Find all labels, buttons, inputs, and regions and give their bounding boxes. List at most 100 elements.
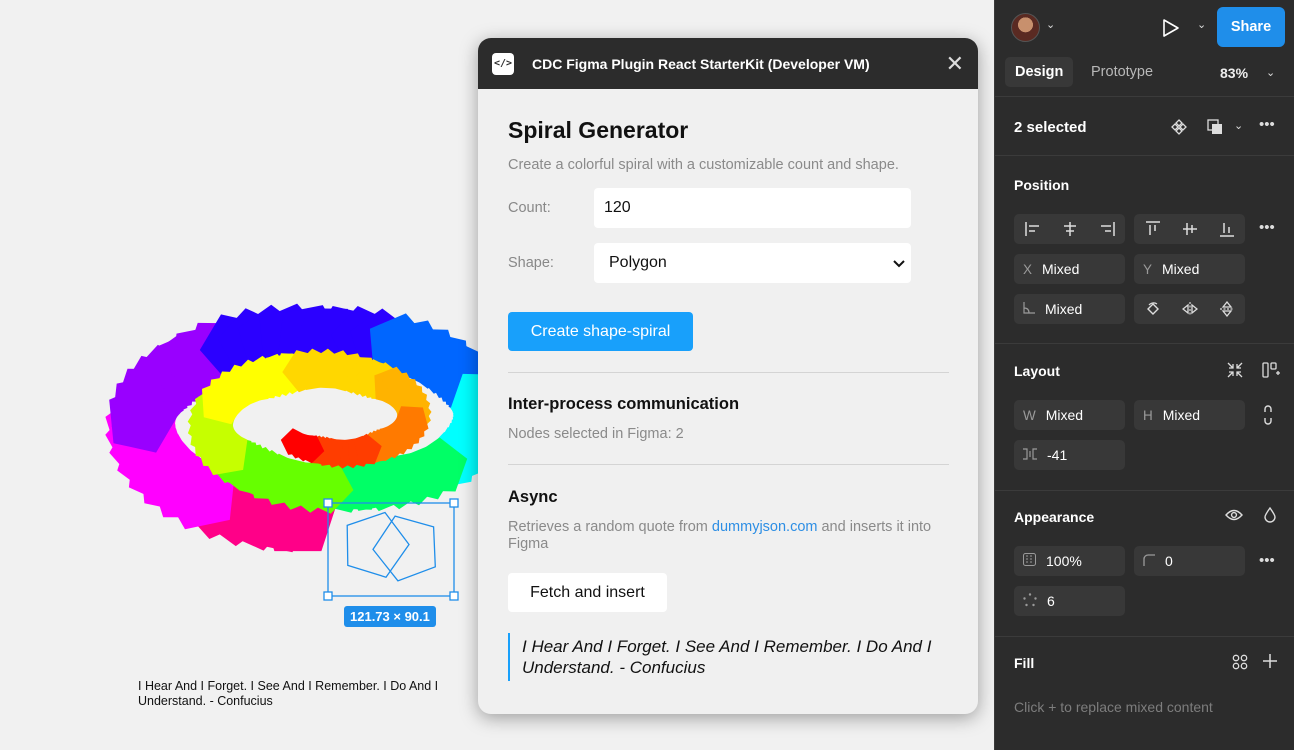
section-divider (508, 372, 949, 373)
gap-field[interactable]: -41 (1014, 440, 1125, 470)
fill-title: Fill (1014, 655, 1035, 671)
gap-icon (1023, 447, 1037, 463)
async-heading: Async (508, 488, 558, 506)
plugin-titlebar[interactable]: </> CDC Figma Plugin React StarterKit (D… (478, 38, 978, 89)
blend-mode-icon[interactable] (1264, 506, 1276, 526)
shape-row: Shape: Polygon (508, 243, 949, 283)
corner-radius-field[interactable]: 0 (1134, 546, 1245, 576)
x-field[interactable]: X Mixed (1014, 254, 1125, 284)
dummyjson-link[interactable]: dummyjson.com (712, 519, 818, 535)
create-spiral-button[interactable]: Create shape-spiral (508, 312, 693, 351)
constrain-proportions-icon[interactable] (1263, 405, 1273, 428)
height-field[interactable]: H Mixed (1134, 400, 1245, 430)
h-label: H (1143, 407, 1153, 423)
vertical-align-group (1134, 214, 1245, 244)
styles-icon[interactable] (1232, 654, 1248, 673)
close-icon[interactable]: ✕ (946, 52, 964, 75)
fill-section: Fill Click + to replace mixed content (995, 637, 1294, 750)
play-icon[interactable] (1162, 18, 1180, 41)
flip-horizontal-icon[interactable] (1171, 294, 1208, 324)
tab-design[interactable]: Design (1005, 57, 1074, 87)
boolean-icon[interactable] (1207, 119, 1223, 138)
fetch-insert-button[interactable]: Fetch and insert (508, 573, 667, 612)
align-right-icon[interactable] (1088, 214, 1125, 244)
add-icon[interactable] (1262, 653, 1278, 672)
selection-count: 2 selected (1014, 119, 1087, 136)
horizontal-align-group (1014, 214, 1125, 244)
count-input[interactable] (594, 188, 911, 228)
selection-dimension-badge: 121.73 × 90.1 (344, 606, 436, 627)
align-center-h-icon[interactable] (1051, 214, 1088, 244)
y-value: Mixed (1162, 261, 1200, 277)
zoom-level[interactable]: 83% (1220, 65, 1248, 81)
gap-value: -41 (1047, 447, 1068, 463)
x-label: X (1023, 261, 1033, 277)
chevron-down-icon[interactable]: ⌄ (1234, 121, 1243, 132)
plugin-title: CDC Figma Plugin React StarterKit (Devel… (532, 55, 870, 72)
position-section: Position ••• X Mixed Y Mixed Mixed (995, 156, 1294, 344)
resize-handle[interactable] (323, 498, 333, 508)
more-icon[interactable]: ••• (1259, 117, 1275, 132)
x-value: Mixed (1042, 261, 1080, 277)
resize-handle[interactable] (449, 498, 459, 508)
tab-prototype[interactable]: Prototype (1081, 57, 1163, 87)
chevron-down-icon[interactable]: ⌄ (1266, 66, 1275, 79)
share-button[interactable]: Share (1217, 7, 1285, 47)
align-bottom-icon[interactable] (1208, 214, 1245, 244)
auto-layout-icon[interactable] (1262, 362, 1280, 381)
position-title: Position (1014, 177, 1070, 193)
w-label: W (1023, 407, 1036, 423)
chevron-down-icon (893, 256, 905, 271)
shape-label: Shape: (508, 255, 554, 271)
layout-title: Layout (1014, 363, 1060, 379)
corner-radius-icon (1143, 553, 1155, 569)
chevron-down-icon[interactable]: ⌄ (1046, 18, 1055, 31)
component-icon[interactable] (1171, 119, 1187, 138)
code-icon: </> (492, 52, 514, 75)
chevron-down-icon[interactable]: ⌄ (1197, 18, 1206, 31)
shape-select-value: Polygon (609, 254, 667, 271)
appearance-section: Appearance 100% 0 ••• 6 (995, 491, 1294, 637)
align-top-icon[interactable] (1134, 214, 1171, 244)
plugin-window: </> CDC Figma Plugin React StarterKit (D… (478, 38, 978, 714)
spiral-pentagon (280, 428, 308, 455)
panel-tabs: Design Prototype 83% ⌄ (995, 54, 1294, 97)
async-text-before: Retrieves a random quote from (508, 519, 712, 535)
collapse-icon[interactable] (1227, 362, 1243, 381)
plugin-body: Spiral Generator Create a colorful spira… (478, 89, 978, 681)
eye-icon[interactable] (1225, 508, 1243, 525)
canvas-quote-text[interactable]: I Hear And I Forget. I See And I Remembe… (138, 679, 468, 709)
more-icon[interactable]: ••• (1259, 220, 1275, 235)
point-count-value: 6 (1047, 593, 1055, 609)
width-field[interactable]: W Mixed (1014, 400, 1125, 430)
section-divider (508, 464, 949, 465)
async-description: Retrieves a random quote from dummyjson.… (508, 519, 949, 553)
plugin-subtitle: Create a colorful spiral with a customiz… (508, 157, 899, 173)
layout-section: Layout W Mixed H Mixed -41 (995, 344, 1294, 491)
spiral-pentagon (346, 511, 410, 578)
rotation-value: Mixed (1045, 301, 1083, 317)
corner-radius-value: 0 (1165, 553, 1173, 569)
align-left-icon[interactable] (1014, 214, 1051, 244)
align-middle-icon[interactable] (1171, 214, 1208, 244)
polygon-points-icon (1023, 592, 1037, 610)
rotate-icon[interactable] (1134, 294, 1171, 324)
count-row: Count: (508, 188, 949, 228)
flip-vertical-icon[interactable] (1208, 294, 1245, 324)
panel-topbar: ⌄ ⌄ Share (995, 0, 1294, 54)
appearance-title: Appearance (1014, 509, 1095, 525)
resize-handle[interactable] (449, 591, 459, 601)
opacity-field[interactable]: 100% (1014, 546, 1125, 576)
point-count-field[interactable]: 6 (1014, 586, 1125, 616)
resize-handle[interactable] (323, 591, 333, 601)
h-value: Mixed (1162, 407, 1201, 423)
y-field[interactable]: Y Mixed (1134, 254, 1245, 284)
more-icon[interactable]: ••• (1259, 553, 1275, 568)
selection-section: 2 selected ⌄ ••• (995, 97, 1294, 156)
rotation-field[interactable]: Mixed (1014, 294, 1125, 324)
design-panel: ⌄ ⌄ Share Design Prototype 83% ⌄ 2 selec… (994, 0, 1294, 750)
avatar[interactable] (1011, 13, 1040, 42)
fill-placeholder: Click + to replace mixed content (1014, 699, 1213, 715)
shape-select[interactable]: Polygon (594, 243, 911, 283)
quote-block: I Hear And I Forget. I See And I Remembe… (508, 633, 949, 681)
